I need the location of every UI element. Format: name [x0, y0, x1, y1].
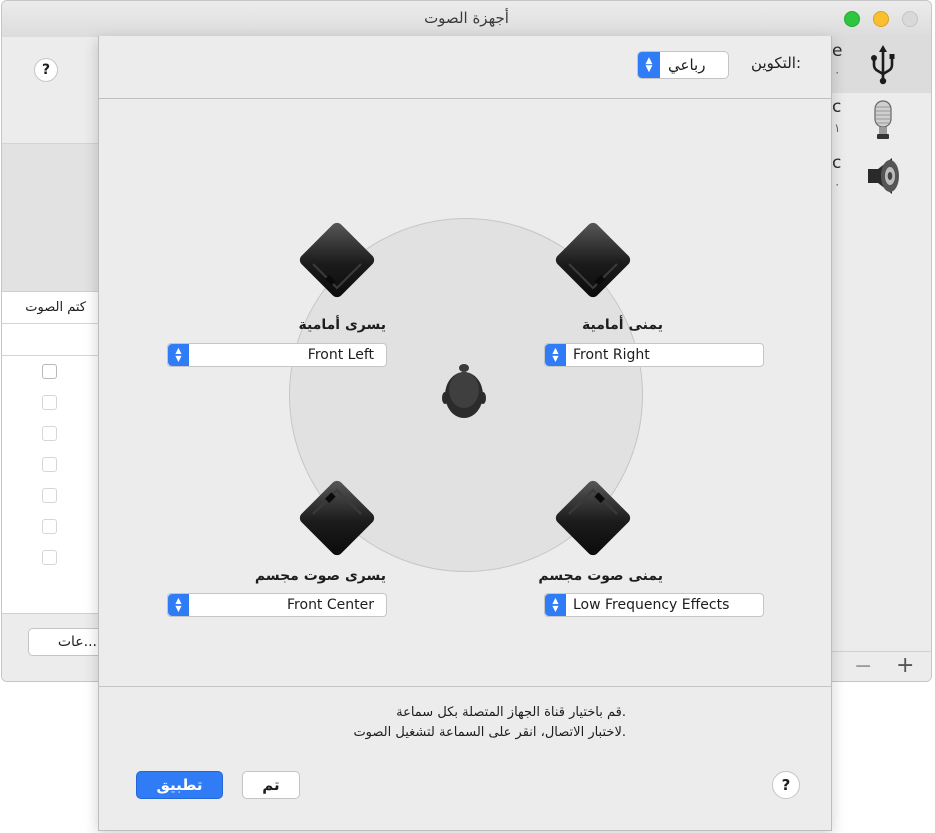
front-right-channel-value: Front Right	[573, 347, 650, 363]
remove-device-button[interactable]: −	[854, 654, 872, 679]
device-item-speaker[interactable]: c ٠	[832, 149, 931, 205]
sheet-footer: قم باختيار قناة الجهاز المتصلة بكل سماعة…	[99, 686, 831, 832]
mute-column-header[interactable]: كتم الصوت	[2, 292, 100, 324]
mute-checkbox[interactable]	[42, 426, 57, 441]
speaker-icon	[868, 158, 899, 194]
device-sub: ١	[834, 121, 841, 135]
done-button[interactable]: تم	[242, 771, 300, 799]
device-name: c	[832, 153, 842, 173]
configure-speakers-sheet: التكوين: ▲ ▼ رباعي يسرى أمامية يمنى أمام…	[98, 36, 832, 831]
configuration-bar: التكوين: ▲ ▼ رباعي	[99, 36, 831, 99]
surround-left-label: يسرى صوت مجسم	[254, 568, 386, 584]
speaker-layout: يسرى أمامية يمنى أمامية يسرى صوت مجسم يم…	[99, 99, 831, 686]
mute-checkbox[interactable]	[42, 364, 57, 379]
apply-button[interactable]: تطبيق	[136, 771, 223, 799]
left-panel: ? كتم الصوت عات...	[2, 37, 108, 681]
device-sub: ٠	[834, 65, 841, 79]
mute-checkbox[interactable]	[42, 395, 57, 410]
configuration-label: التكوين:	[751, 54, 801, 72]
microphone-icon	[874, 100, 892, 139]
surround-right-channel-value: Low Frequency Effects	[573, 597, 730, 613]
mute-checkbox[interactable]	[42, 457, 57, 472]
add-device-button[interactable]: +	[896, 653, 914, 678]
configure-button[interactable]: عات...	[28, 628, 108, 656]
device-item-microphone[interactable]: c ١	[832, 93, 931, 149]
device-sub: ٠	[834, 177, 841, 191]
surround-right-speaker-icon[interactable]	[550, 475, 636, 561]
chevron-updown-icon: ▲ ▼	[168, 594, 189, 616]
left-bottom-bar: عات...	[2, 613, 108, 681]
front-left-label: يسرى أمامية	[298, 317, 386, 333]
chevron-updown-icon: ▲ ▼	[638, 52, 660, 78]
mute-subheader	[2, 325, 100, 356]
surround-left-channel-select[interactable]: ▲ ▼ Front Center	[167, 593, 387, 617]
front-right-label: يمنى أمامية	[582, 317, 663, 333]
mute-checkbox[interactable]	[42, 550, 57, 565]
device-name: c	[832, 97, 842, 117]
close-button[interactable]	[902, 11, 918, 27]
front-right-speaker-icon[interactable]	[550, 217, 636, 303]
surround-left-channel-value: Front Center	[287, 597, 374, 613]
front-left-channel-value: Front Left	[307, 347, 374, 363]
title-bar: أجهزة الصوت	[2, 1, 931, 38]
configuration-select[interactable]: ▲ ▼ رباعي	[637, 51, 729, 79]
instructions-text: قم باختيار قناة الجهاز المتصلة بكل سماعة…	[353, 703, 626, 743]
listener-head-icon	[442, 364, 486, 418]
device-item-usb[interactable]: e ٠	[832, 37, 931, 93]
mute-list: كتم الصوت	[2, 291, 100, 614]
device-list: e ٠ c ١ c ٠ − +	[832, 37, 931, 681]
help-button[interactable]: ?	[772, 771, 800, 799]
window-title: أجهزة الصوت	[424, 9, 509, 27]
surround-right-label: يمنى صوت مجسم	[538, 568, 663, 584]
zoom-button[interactable]	[844, 11, 860, 27]
minimize-button[interactable]	[873, 11, 889, 27]
configuration-value: رباعي	[668, 56, 706, 74]
front-right-channel-select[interactable]: ▲ ▼ Front Right	[544, 343, 764, 367]
mute-checkbox[interactable]	[42, 519, 57, 534]
front-left-channel-select[interactable]: ▲ ▼ Front Left	[167, 343, 387, 367]
chevron-updown-icon: ▲ ▼	[545, 344, 566, 366]
usb-icon	[871, 45, 895, 85]
front-left-speaker-icon[interactable]	[294, 217, 380, 303]
device-list-footer: − +	[832, 651, 931, 681]
surround-right-channel-select[interactable]: ▲ ▼ Low Frequency Effects	[544, 593, 764, 617]
surround-left-speaker-icon[interactable]	[294, 475, 380, 561]
instruction-line: لاختبار الاتصال، انقر على السماعة لتشغيل…	[353, 725, 626, 740]
mute-checkbox[interactable]	[42, 488, 57, 503]
help-button-background[interactable]: ?	[34, 58, 58, 82]
device-name: e	[832, 41, 843, 61]
chevron-updown-icon: ▲ ▼	[168, 344, 189, 366]
chevron-updown-icon: ▲ ▼	[545, 594, 566, 616]
left-band	[2, 143, 100, 292]
instruction-line: قم باختيار قناة الجهاز المتصلة بكل سماعة…	[396, 705, 626, 720]
